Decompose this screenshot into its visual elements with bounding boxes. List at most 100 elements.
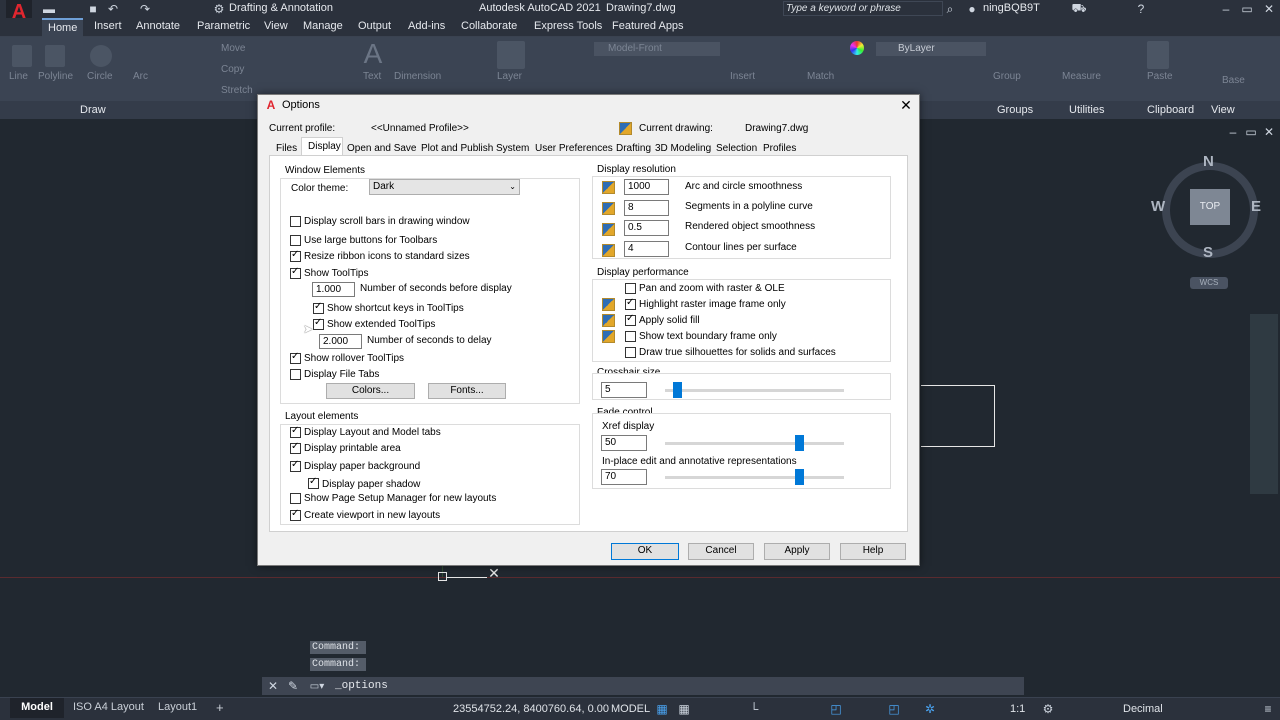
tooltip-delay-input[interactable]: 2.000 [319,334,362,349]
tab-selection[interactable]: Selection [716,143,757,154]
printable-area-checkbox[interactable] [290,441,301,454]
help-icon[interactable]: ? [1134,2,1148,16]
text-boundary-checkbox[interactable] [625,331,636,342]
ortho-icon[interactable]: └ [746,701,762,717]
layout-model-tabs-checkbox[interactable] [290,425,301,438]
customization-icon[interactable]: ≡ [1260,701,1276,717]
minimize-icon[interactable]: – [1219,2,1233,16]
viewport-restore-icon[interactable]: ▭ [1244,125,1258,139]
tab-iso-a4-layout[interactable]: ISO A4 Layout [73,701,144,713]
tab-profiles[interactable]: Profiles [763,143,796,154]
settings-gear-icon[interactable]: ⚙ [1040,701,1056,717]
viewport-minimize-icon[interactable]: – [1226,125,1240,139]
show-tooltips-checkbox[interactable] [290,266,301,279]
navigation-bar[interactable] [1250,314,1278,494]
workspace-selector[interactable]: Drafting & Annotation [229,2,333,14]
polyline-tool-icon[interactable] [45,45,65,67]
command-customize-icon[interactable]: ✎ [286,679,300,693]
contour-lines-input[interactable]: 4 [624,241,669,257]
rollover-tooltips-checkbox[interactable] [290,351,301,364]
tab-featured-apps[interactable]: Featured Apps [612,20,684,36]
tab-model[interactable]: Model [10,698,64,718]
color-dropdown[interactable]: ByLayer [876,42,986,56]
annotation-scale[interactable]: 1:1 [1010,703,1025,715]
tab-system[interactable]: System [496,143,529,154]
large-buttons-checkbox[interactable] [290,235,301,246]
panel-clipboard[interactable]: Clipboard [1147,104,1194,116]
viewcube-east[interactable]: E [1251,198,1261,215]
panel-view[interactable]: View [1211,104,1235,116]
tab-view[interactable]: View [264,20,288,36]
tab-output[interactable]: Output [358,20,391,36]
tab-annotate[interactable]: Annotate [136,20,180,36]
paste-tool-icon[interactable] [1147,41,1169,69]
polyline-segments-input[interactable]: 8 [624,200,669,216]
tab-user-preferences[interactable]: User Preferences [535,143,613,154]
gear-icon[interactable]: ⚙ [212,2,226,16]
rendered-smoothness-input[interactable]: 0.5 [624,220,669,236]
tab-plot-and-publish[interactable]: Plot and Publish [421,143,493,154]
command-recent-icon[interactable]: ▭▾ [308,679,326,693]
tab-drafting[interactable]: Drafting [616,143,651,154]
move-tool-label[interactable]: Move [221,43,245,54]
search-box[interactable]: Type a keyword or phrase [783,1,943,16]
tab-display[interactable]: Display [301,137,343,156]
resize-ribbon-checkbox[interactable] [290,249,301,262]
tab-collaborate[interactable]: Collaborate [461,20,517,36]
polar-icon[interactable]: ◰ [828,701,844,717]
stretch-tool-label[interactable]: Stretch [221,85,253,96]
tab-express-tools[interactable]: Express Tools [534,20,602,36]
xref-slider-thumb[interactable] [795,435,804,451]
viewcube-west[interactable]: W [1151,198,1165,215]
colors-button[interactable]: Colors... [326,383,415,399]
layer-tool-icon[interactable] [497,41,525,69]
restore-icon[interactable]: ▭ [1240,2,1254,16]
add-layout-icon[interactable]: + [216,700,224,715]
command-close-icon[interactable]: ✕ [266,679,280,693]
tab-files[interactable]: Files [276,143,297,154]
page-setup-checkbox[interactable] [290,493,301,504]
text-tool-icon[interactable]: A [358,38,388,69]
command-input[interactable]: _options [335,680,388,692]
tab-layout1[interactable]: Layout1 [158,701,197,713]
circle-tool-icon[interactable] [90,45,112,67]
help-button[interactable]: Help [840,543,906,560]
cart-icon[interactable]: ⛟ [1071,1,1086,16]
tab-home[interactable]: Home [42,18,84,37]
xref-display-input[interactable]: 50 [601,435,647,451]
command-line[interactable]: ✕ ✎ ▭▾ _options [262,677,1024,695]
panel-utilities[interactable]: Utilities [1069,104,1104,116]
apply-button[interactable]: Apply [764,543,830,560]
panel-groups[interactable]: Groups [997,104,1033,116]
file-tabs-checkbox[interactable] [290,369,301,380]
viewcube-north[interactable]: N [1203,153,1214,170]
user-name[interactable]: ningBQB9T [983,2,1040,14]
viewcube-south[interactable]: S [1203,244,1213,261]
tab-addins[interactable]: Add-ins [408,20,445,36]
crosshair-slider-thumb[interactable] [673,382,682,398]
shortcut-keys-checkbox[interactable] [313,301,324,314]
units-selector[interactable]: Decimal [1123,703,1163,715]
inplace-edit-input[interactable]: 70 [601,469,647,485]
paper-background-checkbox[interactable] [290,459,301,472]
dialog-close-icon[interactable]: ✕ [898,97,914,113]
wcs-button[interactable]: WCS [1190,277,1228,289]
save-icon[interactable]: ■ [86,2,100,16]
color-wheel-icon[interactable] [850,41,864,55]
tab-parametric[interactable]: Parametric [197,20,250,36]
viewport-close-icon[interactable]: ✕ [1262,125,1276,139]
paper-shadow-checkbox[interactable] [308,476,319,489]
cancel-button[interactable]: Cancel [688,543,754,560]
pan-zoom-checkbox[interactable] [625,283,636,294]
grid-icon[interactable]: ▦ [654,701,670,717]
silhouettes-checkbox[interactable] [625,347,636,358]
color-theme-dropdown[interactable]: Dark ⌄ [369,179,520,195]
annotation-visibility-icon[interactable]: ✲ [922,701,938,717]
arc-smoothness-input[interactable]: 1000 [624,179,669,195]
fonts-button[interactable]: Fonts... [428,383,506,399]
line-tool-icon[interactable] [12,45,32,67]
inplace-slider-thumb[interactable] [795,469,804,485]
tab-open-and-save[interactable]: Open and Save [347,143,417,154]
model-space-toggle[interactable]: MODEL [611,703,650,715]
close-icon[interactable]: ✕ [1262,2,1276,16]
